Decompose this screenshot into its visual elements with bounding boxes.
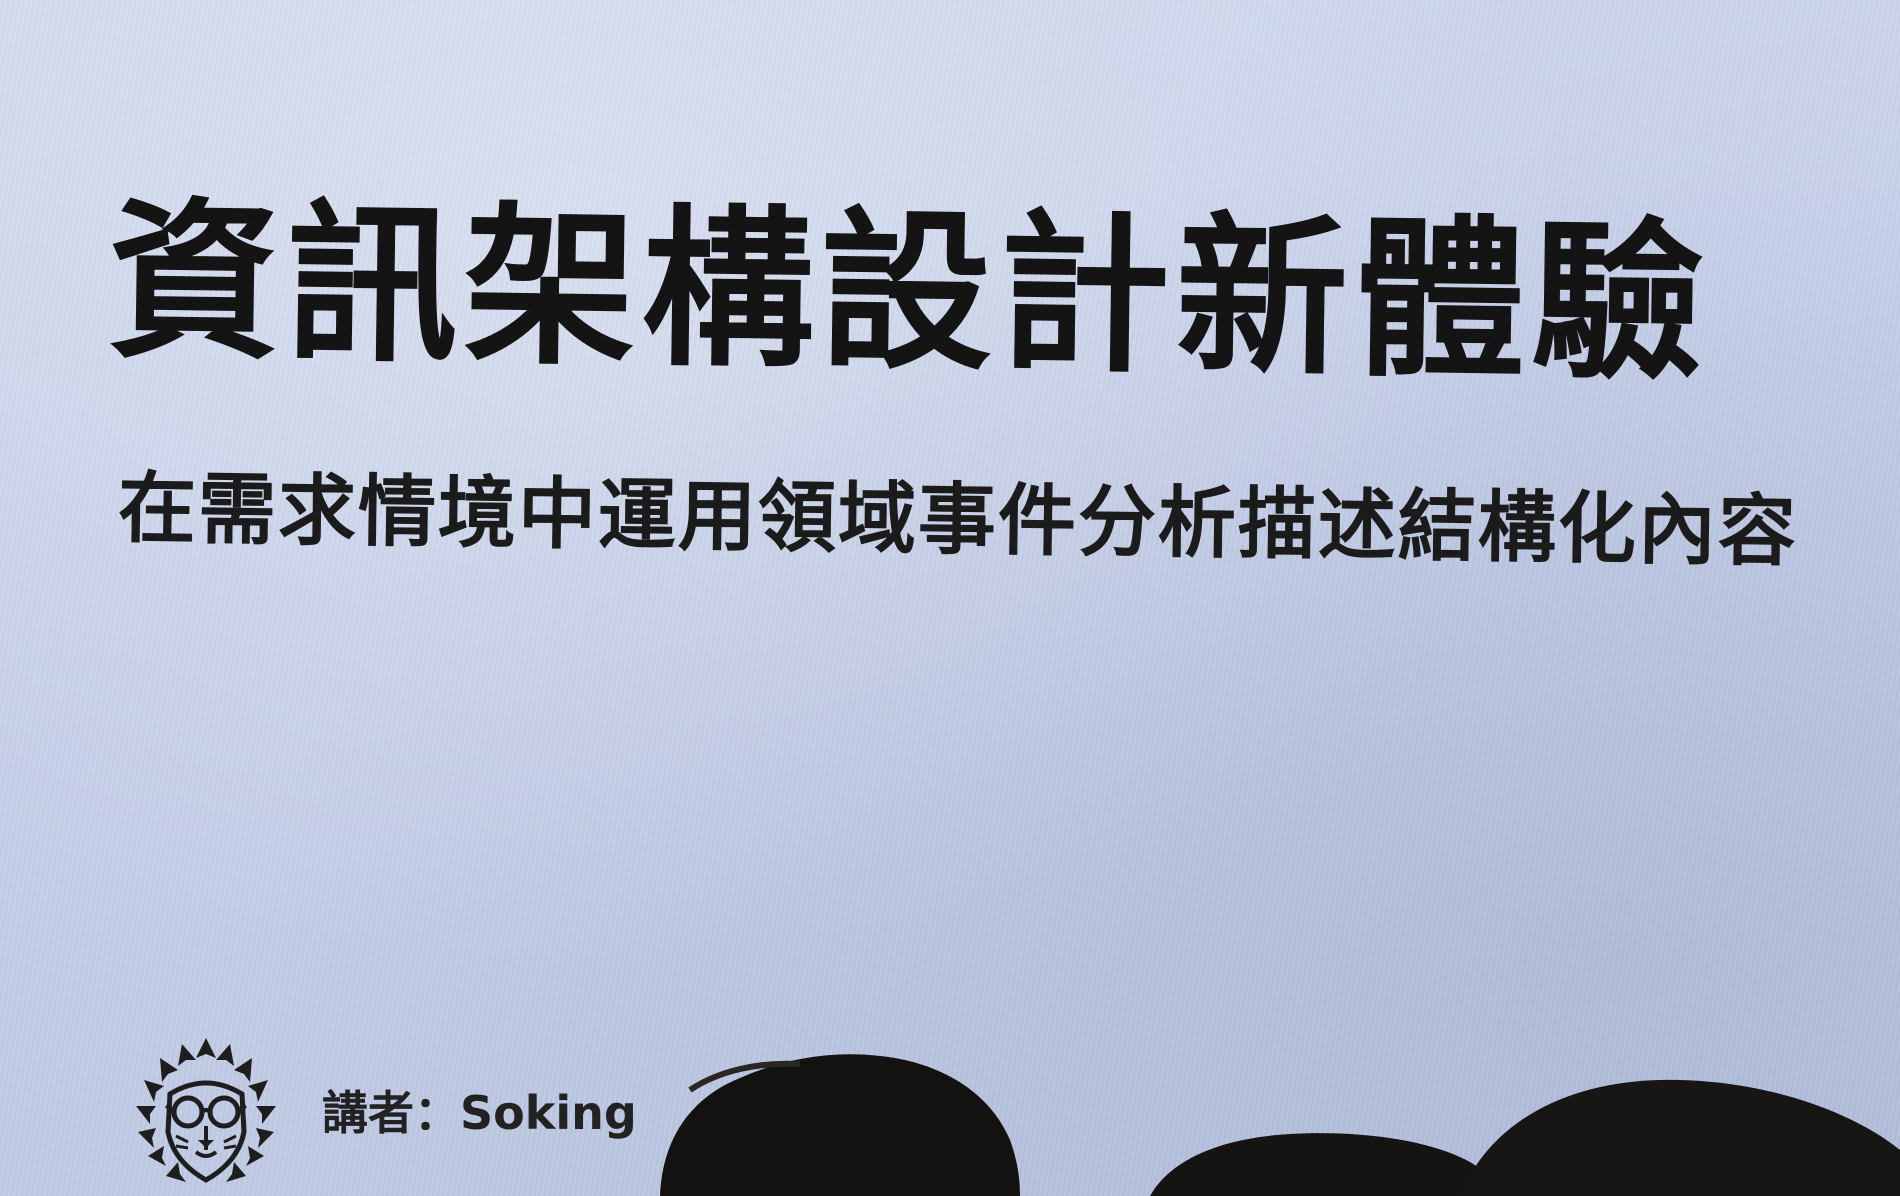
audience-heads [660,1054,1900,1196]
projection-screen: 資訊架構設計新體驗 在需求情境中運用領域事件分析描述結構化內容 講者：Sokin… [0,0,1900,1196]
